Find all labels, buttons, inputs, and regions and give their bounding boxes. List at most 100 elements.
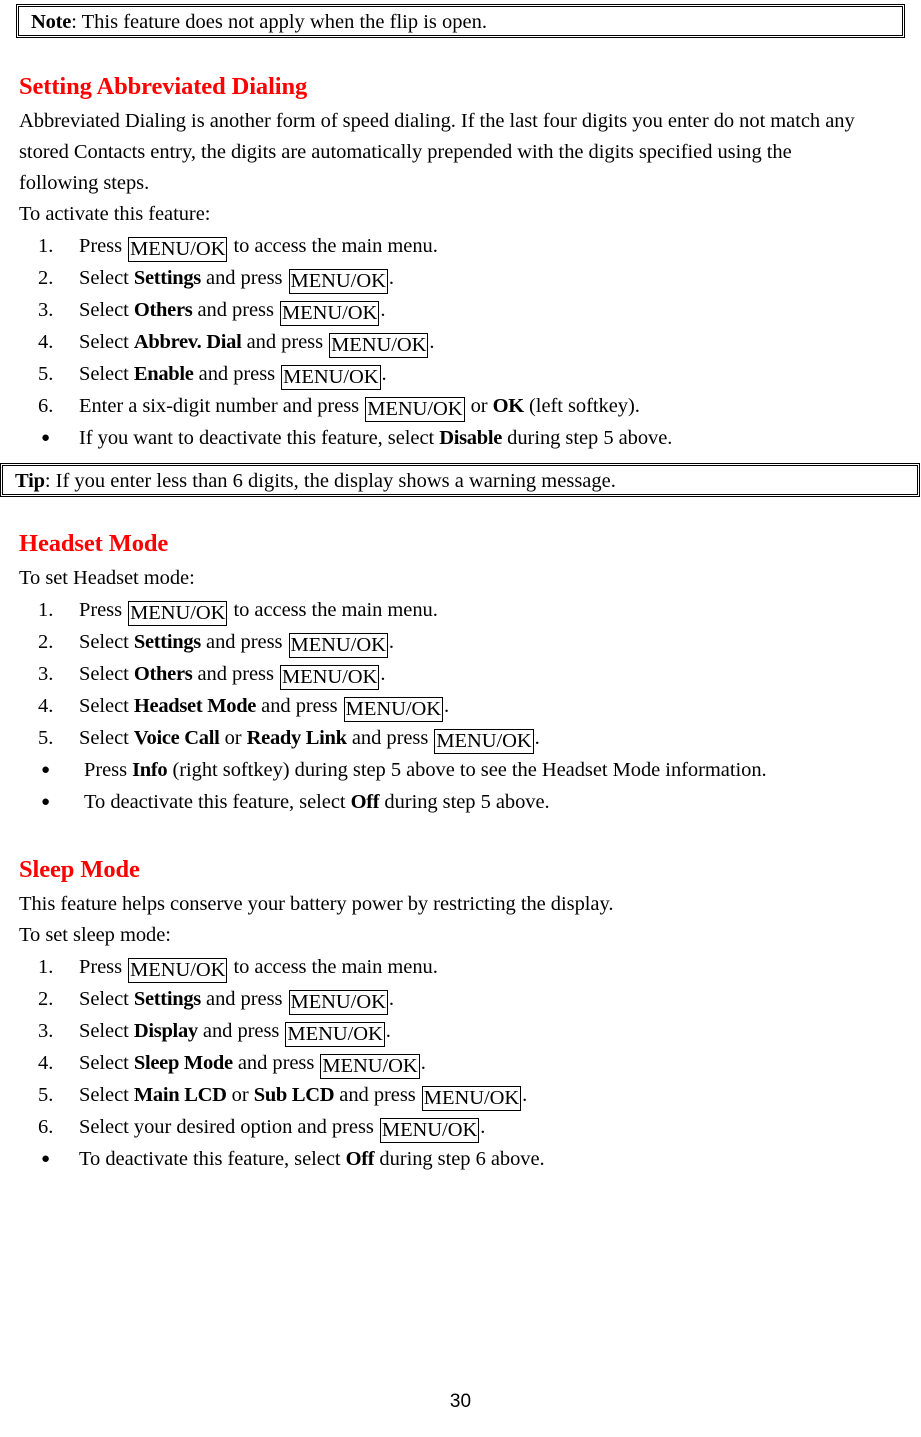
section-title-sleep-mode: Sleep Mode — [19, 856, 140, 883]
ui-term: Info — [132, 758, 168, 781]
step-text-mid2: and press — [334, 1083, 421, 1106]
menu-ok-keycap[interactable]: MENU/OK — [421, 1085, 522, 1111]
step-text-post: . — [480, 1115, 486, 1138]
bullet-text-pre: To deactivate this feature, select — [79, 1147, 346, 1170]
step-item: 5. Select Voice Call or Ready Link and pr… — [19, 722, 767, 754]
bullet-glyph-icon: ● — [41, 429, 51, 446]
step-item: 6. Select your desired option and press M… — [19, 1111, 613, 1143]
document-page: Note: This feature does not apply when t… — [0, 0, 921, 1437]
bullet-text-pre: If you want to deactivate this feature, … — [79, 426, 440, 449]
ui-term: Settings — [133, 987, 201, 1010]
menu-ok-keycap[interactable]: MENU/OK — [280, 300, 380, 326]
step-text-pre: Select — [79, 987, 134, 1010]
step-item: 1. Press MENU/OK to access the main menu. — [19, 230, 866, 262]
menu-ok-keycap[interactable]: MENU/OK — [320, 1053, 420, 1079]
step-item: 6. Enter a six-digit number and press MEN… — [19, 390, 866, 422]
menu-ok-keycap[interactable]: MENU/OK — [379, 1117, 480, 1143]
step-marker: 3. — [38, 1019, 54, 1042]
step-item: 2. Select Settings and press MENU/OK. — [19, 262, 866, 294]
section-paragraph-sleep-mode: This feature helps conserve your battery… — [19, 892, 614, 915]
section-title-headset-mode: Headset Mode — [19, 530, 169, 557]
step-text-mid: or — [219, 726, 247, 749]
step-text-mid: and press — [192, 298, 279, 321]
step-item: 3. Select Display and press MENU/OK. — [19, 1015, 613, 1047]
ui-term: Display — [133, 1019, 198, 1042]
step-item: 4. Select Headset Mode and press MENU/OK. — [19, 690, 767, 722]
section-abbreviated-dialing: Setting Abbreviated Dialing Abbreviated … — [19, 74, 866, 454]
bullet-glyph-icon: ● — [41, 761, 51, 778]
step-marker: 5. — [38, 362, 54, 385]
menu-ok-keycap[interactable]: MENU/OK — [285, 1021, 385, 1047]
step-text-post: . — [380, 662, 386, 685]
steps-list-headset-mode: 1. Press MENU/OK to access the main menu.… — [19, 594, 767, 754]
menu-ok-keycap[interactable]: MENU/OK — [434, 728, 534, 754]
bullet-glyph-icon: ● — [41, 793, 51, 810]
menu-ok-keycap[interactable]: MENU/OK — [343, 696, 443, 722]
step-text-post: . — [385, 1019, 391, 1042]
menu-ok-keycap[interactable]: MENU/OK — [329, 332, 429, 358]
step-marker: 2. — [38, 630, 54, 653]
steps-list-abbreviated-dialing: 1. Press MENU/OK to access the main menu.… — [19, 230, 866, 422]
section-title-abbreviated-dialing: Setting Abbreviated Dialing — [19, 73, 308, 100]
menu-ok-keycap[interactable]: MENU/OK — [281, 364, 381, 390]
menu-ok-keycap[interactable]: MENU/OK — [128, 957, 228, 983]
bullet-text-post: during step 5 above. — [379, 790, 550, 813]
step-text-pre: Select — [79, 662, 134, 685]
step-text-mid: and press — [193, 362, 281, 385]
ui-term: Off — [350, 790, 380, 813]
menu-ok-keycap[interactable]: MENU/OK — [288, 989, 388, 1015]
bullet-text-post: during step 6 above. — [374, 1147, 545, 1170]
tip-label: Tip — [15, 470, 45, 492]
step-marker: 2. — [38, 266, 54, 289]
step-text-post: . — [380, 298, 386, 321]
bullet-item: ● If you want to deactivate this feature,… — [19, 422, 866, 454]
bullet-text-pre: To deactivate this feature, select — [84, 790, 351, 813]
menu-ok-keycap[interactable]: MENU/OK — [128, 236, 228, 262]
section-sleep-mode: Sleep Mode This feature helps conserve y… — [19, 857, 613, 1175]
menu-ok-keycap[interactable]: MENU/OK — [288, 632, 388, 658]
step-text-post: . — [522, 1083, 528, 1106]
menu-ok-keycap[interactable]: MENU/OK — [288, 268, 388, 294]
ui-term: Settings — [133, 266, 201, 289]
step-marker: 4. — [38, 1051, 54, 1074]
step-text-pre: Select — [79, 1019, 134, 1042]
bullet-item: ● Press Info (right softkey) during step… — [19, 754, 767, 786]
step-text-post: . — [444, 694, 450, 717]
step-text-pre: Press — [79, 955, 128, 978]
bullets-list-sleep-mode: ● To deactivate this feature, select Off … — [19, 1143, 613, 1175]
note-callout-box: Note: This feature does not apply when t… — [16, 4, 905, 38]
bullet-text-post: (right softkey) during step 5 above to s… — [167, 758, 767, 781]
step-text-post: (left softkey). — [523, 394, 640, 417]
page-number: 30 — [449, 1391, 472, 1412]
ui-term: Main LCD — [133, 1083, 227, 1106]
ui-term-alt: Ready Link — [246, 726, 347, 749]
step-text-post: to access the main menu. — [228, 955, 438, 978]
step-item: 1. Press MENU/OK to access the main menu. — [19, 951, 613, 983]
menu-ok-keycap[interactable]: MENU/OK — [280, 664, 380, 690]
bullet-text-post: during step 5 above. — [502, 426, 673, 449]
step-text-mid: and press — [232, 1051, 320, 1074]
step-item: 3. Select Others and press MENU/OK. — [19, 658, 767, 690]
step-text-post: . — [388, 630, 394, 653]
step-text-pre: Select — [79, 726, 134, 749]
ui-term: Voice Call — [133, 726, 220, 749]
menu-ok-keycap[interactable]: MENU/OK — [365, 396, 465, 422]
step-marker: 1. — [38, 955, 54, 978]
step-text-mid: or — [465, 394, 493, 417]
menu-ok-keycap[interactable]: MENU/OK — [128, 600, 228, 626]
step-text-post: . — [429, 330, 435, 353]
ui-term: Disable — [439, 426, 503, 449]
section-headset-mode: Headset Mode To set Headset mode: 1. Pres… — [19, 531, 767, 818]
step-text-post: . — [534, 726, 540, 749]
step-marker: 3. — [38, 298, 54, 321]
step-text-pre: Select — [79, 630, 134, 653]
step-marker: 1. — [38, 598, 54, 621]
step-text-mid: and press — [200, 266, 288, 289]
step-marker: 3. — [38, 662, 54, 685]
step-item: 1. Press MENU/OK to access the main menu. — [19, 594, 767, 626]
bullets-list-abbreviated-dialing: ● If you want to deactivate this feature,… — [19, 422, 866, 454]
step-text-mid2: and press — [346, 726, 434, 749]
step-text-mid: and press — [256, 694, 343, 717]
step-item: 5. Select Enable and press MENU/OK. — [19, 358, 866, 390]
step-item: 2. Select Settings and press MENU/OK. — [19, 983, 613, 1015]
